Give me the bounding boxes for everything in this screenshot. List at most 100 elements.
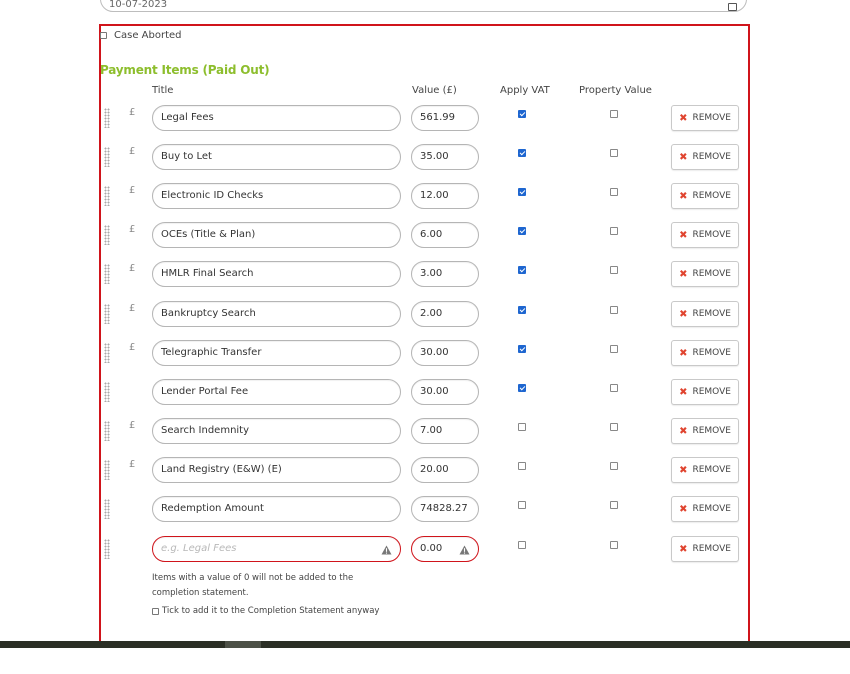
apply-vat-checkbox[interactable] — [518, 306, 526, 314]
close-icon: ✖ — [679, 112, 688, 124]
apply-vat-checkbox[interactable] — [518, 384, 526, 392]
property-value-checkbox[interactable] — [610, 384, 618, 392]
item-value: 30.00 — [420, 347, 449, 358]
payment-item-row: Lender Portal Fee 30.00 ✖ REMOVE — [0, 379, 850, 409]
remove-button[interactable]: ✖ REMOVE — [671, 183, 739, 209]
remove-label: REMOVE — [692, 269, 731, 279]
remove-button[interactable]: ✖ REMOVE — [671, 261, 739, 287]
item-value-input[interactable]: 2.00 — [411, 301, 479, 327]
include-anyway-checkbox[interactable] — [152, 607, 159, 615]
property-value-checkbox[interactable] — [610, 149, 618, 157]
item-value: 20.00 — [420, 464, 449, 475]
remove-button[interactable]: ✖ REMOVE — [671, 144, 739, 170]
property-value-checkbox[interactable] — [610, 110, 618, 118]
drag-handle-icon[interactable] — [104, 186, 110, 206]
close-icon: ✖ — [679, 151, 688, 163]
remove-label: REMOVE — [692, 113, 731, 123]
new-item-property-value-checkbox[interactable] — [610, 541, 618, 549]
apply-vat-checkbox[interactable] — [518, 345, 526, 353]
remove-button[interactable]: ✖ REMOVE — [671, 301, 739, 327]
drag-handle-icon[interactable] — [104, 225, 110, 245]
drag-handle-icon[interactable] — [104, 343, 110, 363]
item-value-input[interactable]: 3.00 — [411, 261, 479, 287]
drag-handle-icon[interactable] — [104, 499, 110, 519]
apply-vat-checkbox[interactable] — [518, 501, 526, 509]
item-title-input[interactable]: Buy to Let — [152, 144, 401, 170]
drag-handle-icon[interactable] — [104, 108, 110, 128]
calendar-icon[interactable] — [728, 3, 737, 11]
property-value-checkbox[interactable] — [610, 306, 618, 314]
item-title-input[interactable]: Electronic ID Checks — [152, 183, 401, 209]
column-header-property-value: Property Value — [579, 85, 652, 96]
apply-vat-checkbox[interactable] — [518, 266, 526, 274]
item-value-input[interactable]: 7.00 — [411, 418, 479, 444]
item-title-input[interactable]: HMLR Final Search — [152, 261, 401, 287]
include-anyway-label: Tick to add it to the Completion Stateme… — [162, 606, 380, 616]
apply-vat-checkbox[interactable] — [518, 227, 526, 235]
currency-icon: £ — [129, 224, 136, 235]
drag-handle-icon[interactable] — [104, 147, 110, 167]
drag-handle-icon[interactable] — [104, 382, 110, 402]
case-aborted-checkbox[interactable] — [100, 31, 107, 39]
item-value-input[interactable]: 74828.27 — [411, 496, 479, 522]
item-title-input[interactable]: OCEs (Title & Plan) — [152, 222, 401, 248]
property-value-checkbox[interactable] — [610, 266, 618, 274]
property-value-checkbox[interactable] — [610, 423, 618, 431]
new-item-value-input[interactable]: 0.00 — [411, 536, 479, 562]
date-field[interactable]: 10-07-2023 — [100, 0, 747, 12]
property-value-checkbox[interactable] — [610, 345, 618, 353]
item-title: Legal Fees — [161, 112, 214, 123]
item-value-input[interactable]: 30.00 — [411, 379, 479, 405]
item-title: Search Indemnity — [161, 425, 250, 436]
payment-item-row: £ OCEs (Title & Plan) 6.00 ✖ REMOVE — [0, 222, 850, 252]
drag-handle-icon[interactable] — [104, 264, 110, 284]
drag-handle-icon[interactable] — [104, 460, 110, 480]
new-item-title-input[interactable]: e.g. Legal Fees — [152, 536, 401, 562]
item-title-input[interactable]: Bankruptcy Search — [152, 301, 401, 327]
payment-item-row: £ Electronic ID Checks 12.00 ✖ REMOVE — [0, 183, 850, 213]
item-value: 3.00 — [420, 268, 443, 279]
item-title: HMLR Final Search — [161, 268, 254, 279]
apply-vat-checkbox[interactable] — [518, 110, 526, 118]
footer-scroll-thumb[interactable] — [225, 641, 261, 648]
remove-button[interactable]: ✖ REMOVE — [671, 379, 739, 405]
remove-button[interactable]: ✖ REMOVE — [671, 457, 739, 483]
payment-item-row: £ Search Indemnity 7.00 ✖ REMOVE — [0, 418, 850, 448]
property-value-checkbox[interactable] — [610, 462, 618, 470]
property-value-checkbox[interactable] — [610, 227, 618, 235]
new-item-remove-button[interactable]: ✖ REMOVE — [671, 536, 739, 562]
item-value: 6.00 — [420, 229, 443, 240]
item-value-input[interactable]: 35.00 — [411, 144, 479, 170]
apply-vat-checkbox[interactable] — [518, 423, 526, 431]
remove-button[interactable]: ✖ REMOVE — [671, 418, 739, 444]
property-value-checkbox[interactable] — [610, 188, 618, 196]
remove-button[interactable]: ✖ REMOVE — [671, 340, 739, 366]
payment-item-row: £ Telegraphic Transfer 30.00 ✖ REMOVE — [0, 340, 850, 370]
close-icon: ✖ — [679, 190, 688, 202]
item-title-input[interactable]: Legal Fees — [152, 105, 401, 131]
item-value-input[interactable]: 12.00 — [411, 183, 479, 209]
item-value-input[interactable]: 561.99 — [411, 105, 479, 131]
remove-button[interactable]: ✖ REMOVE — [671, 105, 739, 131]
item-title-input[interactable]: Lender Portal Fee — [152, 379, 401, 405]
drag-handle-icon[interactable] — [104, 421, 110, 441]
apply-vat-checkbox[interactable] — [518, 462, 526, 470]
drag-handle-icon[interactable] — [104, 539, 110, 559]
remove-button[interactable]: ✖ REMOVE — [671, 496, 739, 522]
remove-button[interactable]: ✖ REMOVE — [671, 222, 739, 248]
item-title: Bankruptcy Search — [161, 308, 256, 319]
item-title-input[interactable]: Search Indemnity — [152, 418, 401, 444]
apply-vat-checkbox[interactable] — [518, 188, 526, 196]
new-item-apply-vat-checkbox[interactable] — [518, 541, 526, 549]
currency-icon: £ — [129, 107, 136, 118]
item-title-input[interactable]: Land Registry (E&W) (E) — [152, 457, 401, 483]
item-title-input[interactable]: Telegraphic Transfer — [152, 340, 401, 366]
remove-label: REMOVE — [692, 309, 731, 319]
item-value-input[interactable]: 6.00 — [411, 222, 479, 248]
item-value-input[interactable]: 20.00 — [411, 457, 479, 483]
apply-vat-checkbox[interactable] — [518, 149, 526, 157]
drag-handle-icon[interactable] — [104, 304, 110, 324]
property-value-checkbox[interactable] — [610, 501, 618, 509]
item-title-input[interactable]: Redemption Amount — [152, 496, 401, 522]
item-value-input[interactable]: 30.00 — [411, 340, 479, 366]
